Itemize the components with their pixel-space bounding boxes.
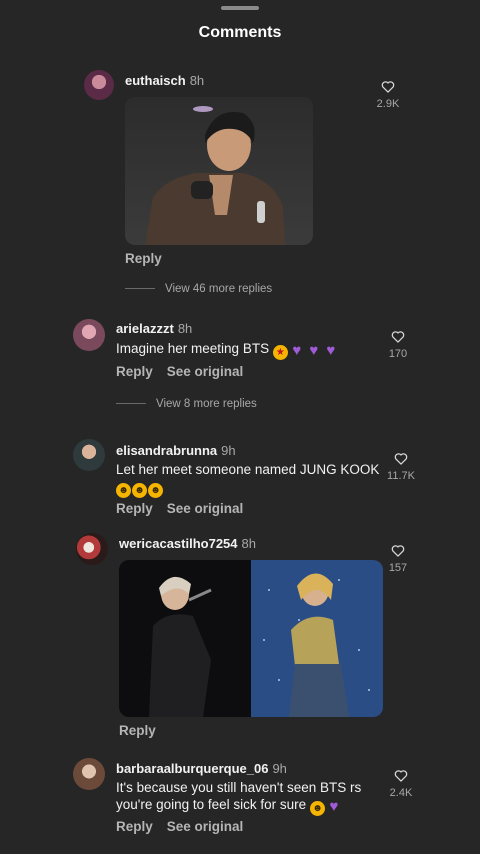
purple-heart-emoji-icon: ♥: [329, 798, 339, 815]
avatar[interactable]: [73, 758, 105, 790]
comment-actions: Reply See original: [116, 364, 257, 379]
divider-line: [125, 288, 155, 290]
avatar[interactable]: [73, 319, 105, 351]
comment-timestamp: 8h: [189, 73, 205, 88]
drag-handle[interactable]: [221, 6, 259, 10]
reply-button[interactable]: Reply: [125, 251, 162, 266]
heart-outline-icon: [391, 331, 405, 343]
comment-image[interactable]: [119, 560, 383, 717]
like-count: 2.9K: [376, 98, 400, 110]
reply-button[interactable]: Reply: [116, 364, 153, 379]
reply-button[interactable]: Reply: [116, 819, 153, 834]
comment-username[interactable]: arielazzzt 8h: [116, 321, 192, 336]
star-struck-emoji-icon: ★: [272, 345, 288, 360]
laughing-emoji-icon: ☻: [309, 801, 325, 816]
reply-button[interactable]: Reply: [116, 501, 153, 516]
comment-actions: Reply See original: [116, 501, 257, 516]
purple-heart-emoji-icon: ♥: [326, 342, 336, 359]
laughing-emoji-icon: ☻: [116, 483, 131, 498]
purple-heart-emoji-icon: ♥: [309, 342, 319, 359]
comment-username[interactable]: wericacastilho7254 8h: [119, 536, 256, 551]
reply-button[interactable]: Reply: [119, 723, 156, 738]
heart-outline-icon: [381, 81, 395, 93]
comment-timestamp: 9h: [272, 761, 287, 776]
comment-timestamp: 9h: [221, 443, 236, 458]
comment-gif-image[interactable]: [125, 97, 313, 245]
page-title: Comments: [198, 24, 282, 41]
view-more-replies[interactable]: View 8 more replies: [116, 398, 257, 410]
comment-timestamp: 8h: [177, 321, 193, 336]
divider-line: [116, 403, 146, 405]
comment-text: Imagine her meeting BTS ★ ♥ ♥ ♥: [116, 340, 340, 360]
heart-outline-icon: [391, 545, 405, 557]
avatar[interactable]: [73, 439, 105, 471]
heart-outline-icon: [394, 453, 408, 465]
view-more-replies[interactable]: View 46 more replies: [125, 283, 272, 295]
purple-heart-emoji-icon: ♥: [292, 342, 302, 359]
like-count: 157: [388, 562, 408, 574]
like-button[interactable]: 11.7K: [378, 452, 424, 482]
comment-actions: Reply: [119, 723, 170, 738]
like-count: 170: [388, 348, 408, 360]
laughing-emoji-icon: ☻: [148, 483, 163, 498]
like-button[interactable]: 2.9K: [365, 80, 411, 110]
like-count: 11.7K: [387, 470, 415, 482]
comment-timestamp: 8h: [241, 536, 256, 551]
avatar[interactable]: [76, 533, 108, 565]
comment-actions: Reply: [125, 251, 176, 266]
avatar[interactable]: [84, 70, 114, 100]
like-count: 2.4K: [389, 787, 413, 799]
like-button[interactable]: 170: [375, 330, 421, 360]
comment-username[interactable]: elisandrabrunna 9h: [116, 443, 236, 458]
see-original-button[interactable]: See original: [167, 364, 244, 379]
comment-username[interactable]: euthaisch 8h: [125, 73, 204, 88]
comment-text: It's because you still haven't seen BTS …: [116, 780, 362, 816]
heart-outline-icon: [394, 770, 408, 782]
like-button[interactable]: 157: [375, 544, 421, 574]
like-button[interactable]: 2.4K: [378, 769, 424, 799]
see-original-button[interactable]: See original: [167, 819, 244, 834]
comment-actions: Reply See original: [116, 819, 257, 834]
comment-username[interactable]: barbaraalburquerque_06 9h: [116, 761, 287, 776]
comment-text: Let her meet someone named JUNG KOOK ☻ ☻ ☻: [116, 462, 380, 498]
see-original-button[interactable]: See original: [167, 501, 244, 516]
laughing-emoji-icon: ☻: [132, 483, 147, 498]
